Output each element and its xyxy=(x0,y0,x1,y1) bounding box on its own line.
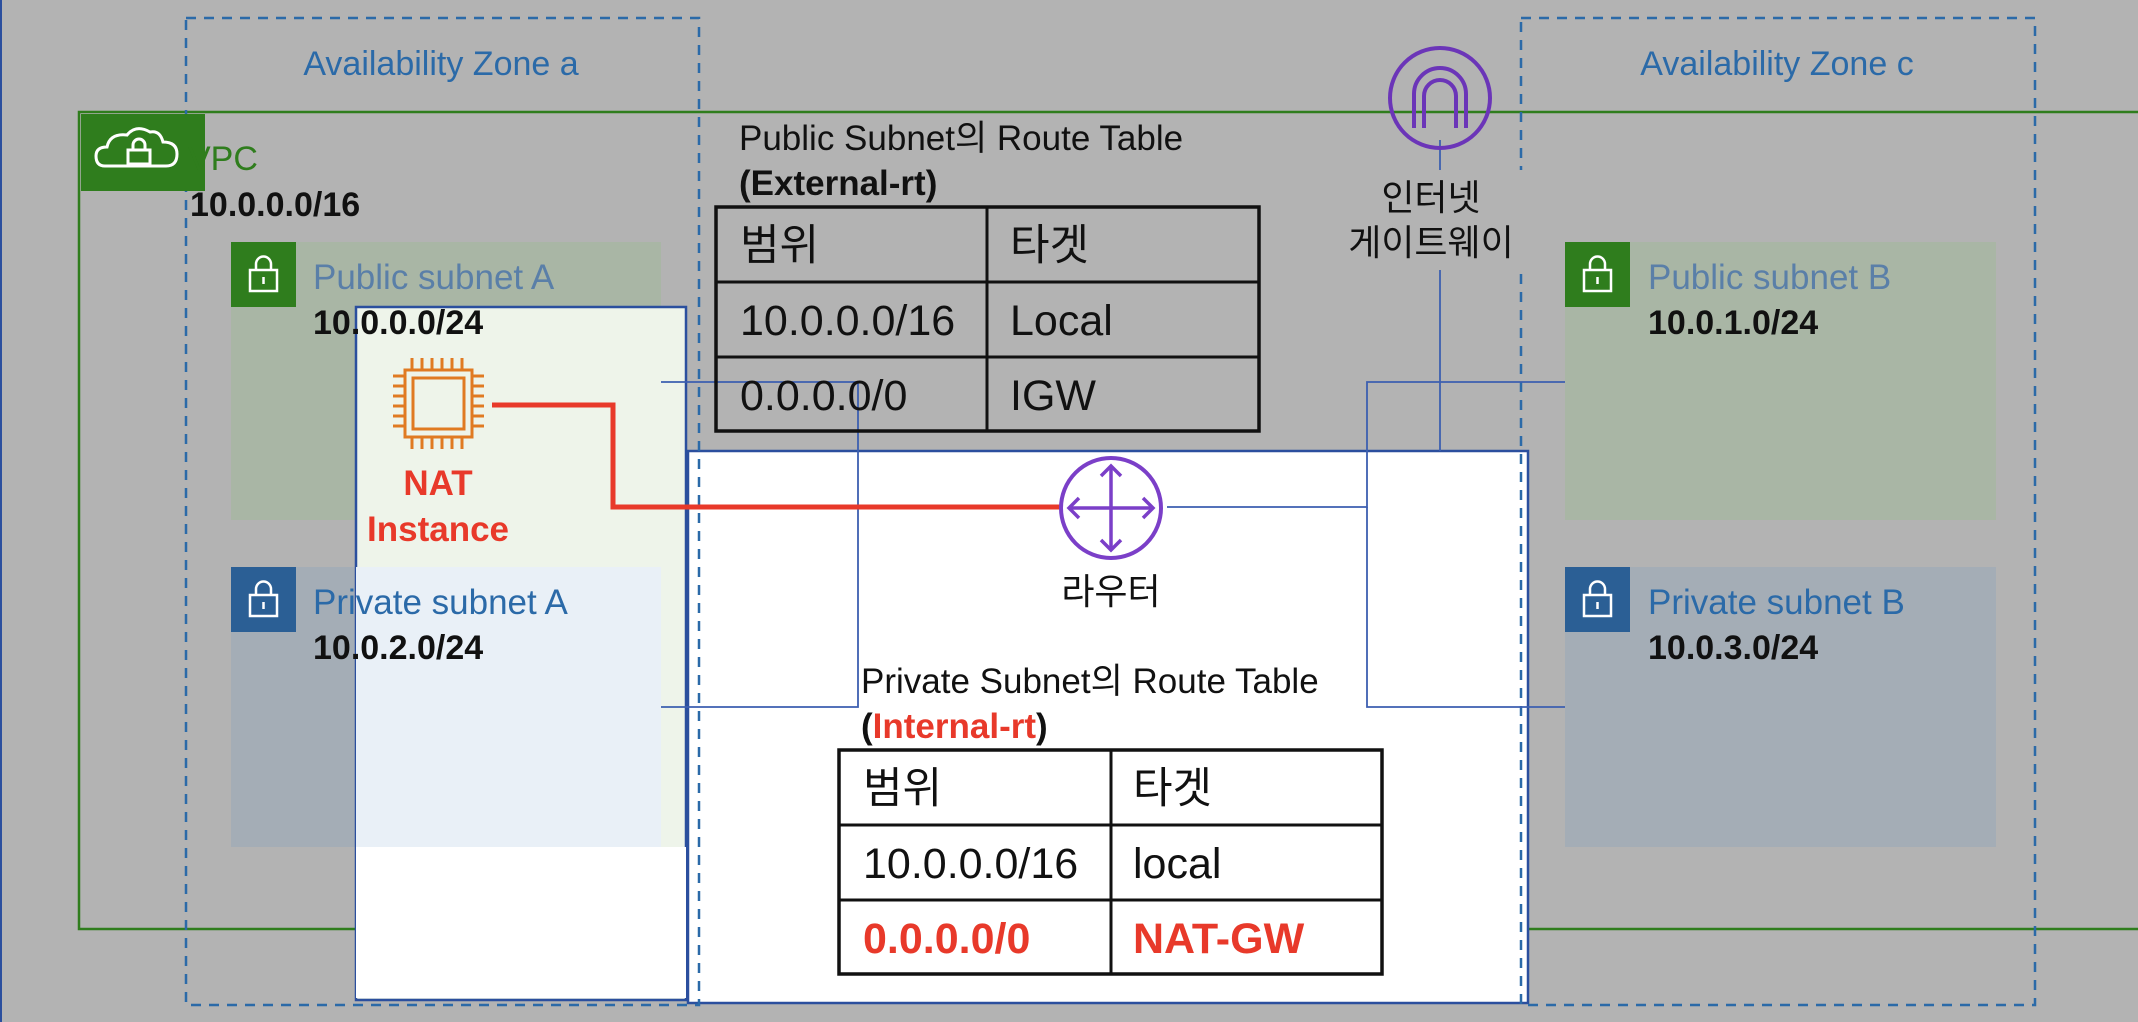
igw-label-line1: 인터넷 xyxy=(1381,177,1480,218)
public-route-table-title: Public Subnet의 Route Table xyxy=(739,119,1183,158)
private-route-table-name: (Internal-rt) xyxy=(861,707,1048,746)
lock-icon xyxy=(231,242,296,307)
public-route-table-name: (External-rt) xyxy=(739,164,937,203)
lock-icon xyxy=(1565,567,1630,632)
public-rt-row2-range: 0.0.0.0/0 xyxy=(740,372,907,420)
public-rt-header-range: 범위 xyxy=(740,222,819,270)
public-rt-row1-range: 10.0.0.0/16 xyxy=(740,297,955,345)
public-rt-row1-target: Local xyxy=(1010,297,1113,345)
private-rt-row1-range: 10.0.0.0/16 xyxy=(863,840,1078,888)
public-subnet-a-cidr: 10.0.0.0/24 xyxy=(313,304,483,342)
public-rt-row2-target: IGW xyxy=(1010,372,1096,420)
nat-instance-label-line1: NAT xyxy=(403,464,472,503)
public-rt-header-target: 타겟 xyxy=(1010,222,1089,270)
az-a-label: Availability Zone a xyxy=(303,45,578,83)
vpc-label: VPC xyxy=(188,140,258,178)
lock-icon xyxy=(231,567,296,632)
public-route-table: 범위 타겟 10.0.0.0/16 Local 0.0.0.0/0 IGW xyxy=(714,205,1261,433)
private-subnet-b-cidr: 10.0.3.0/24 xyxy=(1648,629,1818,667)
private-rt-row2-range: 0.0.0.0/0 xyxy=(863,915,1030,963)
nat-instance-label-line2: Instance xyxy=(367,510,509,549)
lock-icon xyxy=(1565,242,1630,307)
private-subnet-a-name: Private subnet A xyxy=(313,583,569,622)
public-subnet-b-cidr: 10.0.1.0/24 xyxy=(1648,304,1818,342)
private-rt-header-target: 타겟 xyxy=(1133,765,1212,813)
private-subnet-a-cidr: 10.0.2.0/24 xyxy=(313,629,483,667)
private-route-table-title: Private Subnet의 Route Table xyxy=(861,662,1319,701)
router-label: 라우터 xyxy=(1061,571,1160,612)
router-icon xyxy=(1059,456,1163,560)
private-rt-row2-target: NAT-GW xyxy=(1133,915,1305,963)
public-subnet-a-name: Public subnet A xyxy=(313,258,555,297)
private-rt-row1-target: local xyxy=(1133,840,1221,888)
network-diagram: Availability Zone a Availability Zone c … xyxy=(0,0,2138,1022)
private-subnet-b-name: Private subnet B xyxy=(1648,583,1905,622)
public-subnet-b-name: Public subnet B xyxy=(1648,258,1891,297)
private-rt-header-range: 범위 xyxy=(863,765,942,813)
internet-gateway-icon xyxy=(1388,46,1492,150)
nat-focus-lower xyxy=(356,847,686,998)
igw-label-line2: 게이트웨이 xyxy=(1348,222,1514,263)
vpc-cidr: 10.0.0.0/16 xyxy=(190,186,360,224)
az-c-label: Availability Zone c xyxy=(1640,45,1913,83)
